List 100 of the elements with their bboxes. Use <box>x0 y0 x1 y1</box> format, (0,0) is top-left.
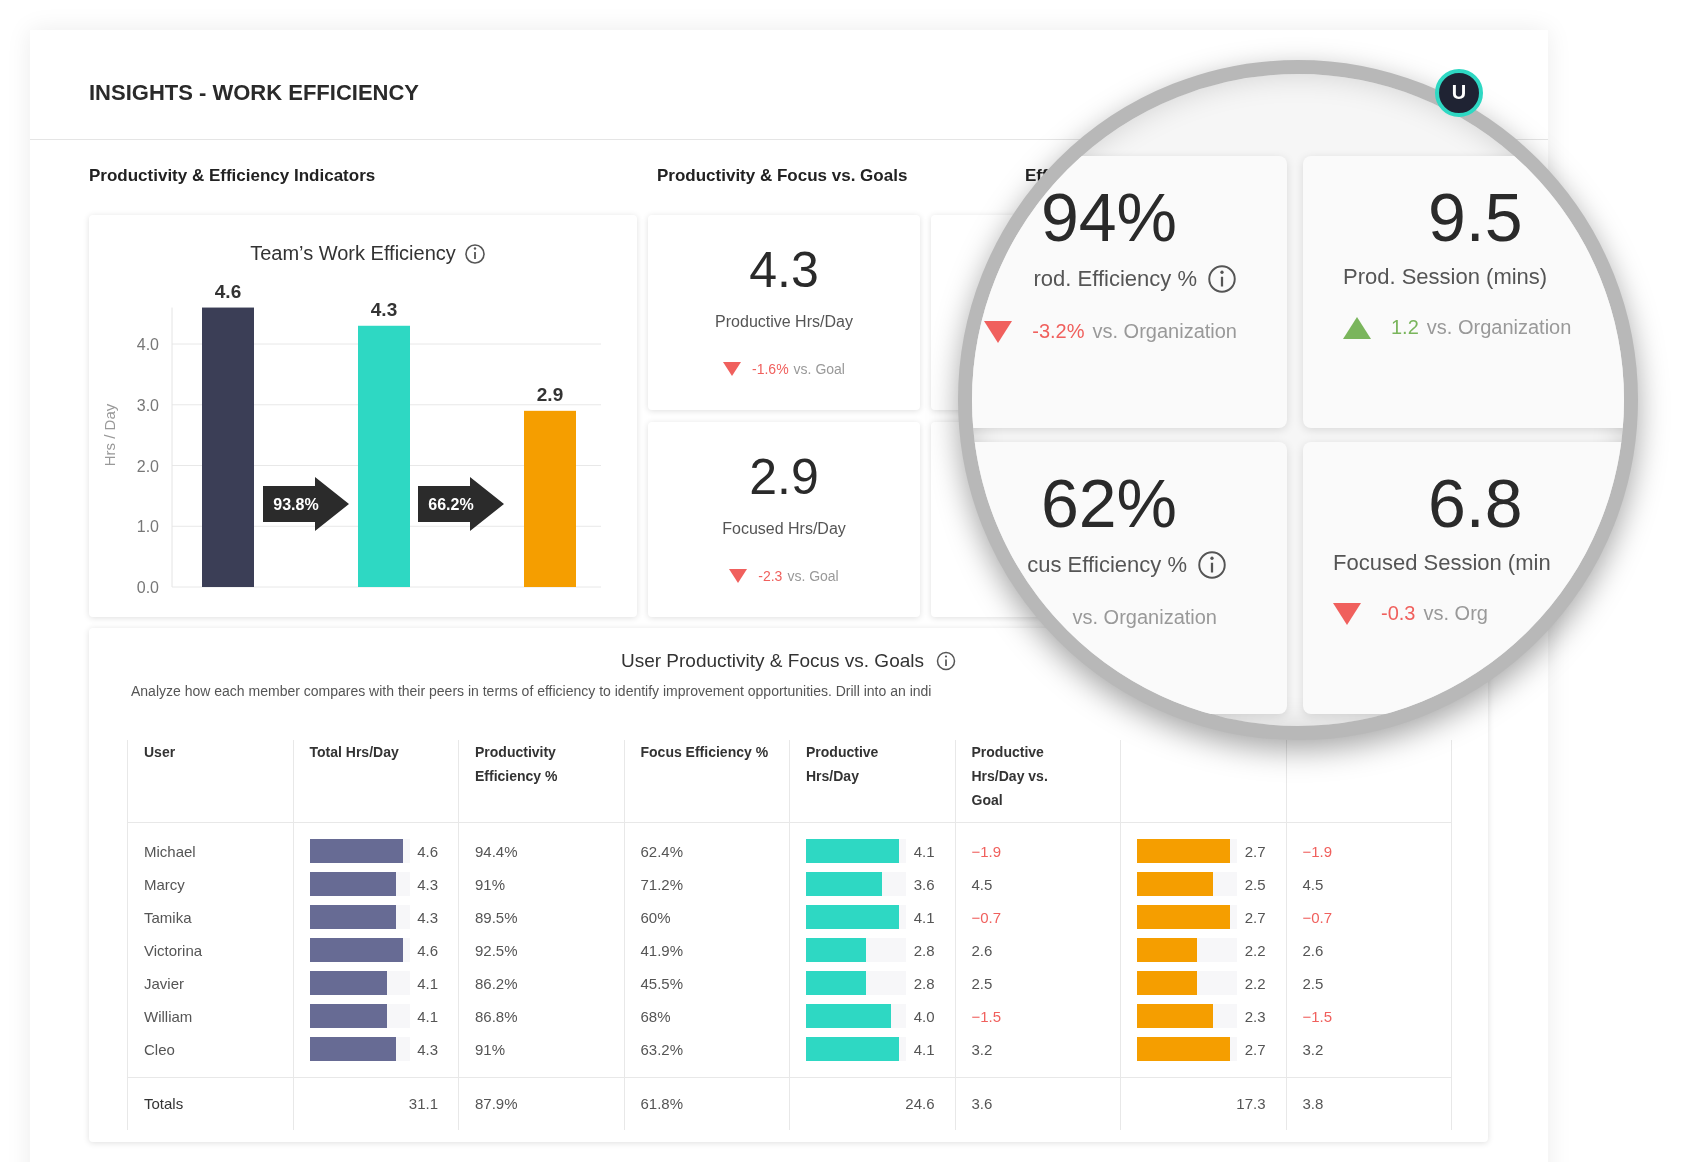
table-cell: 24.6 <box>905 1095 935 1113</box>
delta-value: -0.3 <box>1381 602 1416 625</box>
table-cell: 4.3 <box>417 1040 438 1058</box>
table-cell: 4.1 <box>417 1007 438 1025</box>
info-icon[interactable] <box>1197 550 1227 580</box>
table-cell: 3.6 <box>971 1095 993 1113</box>
data-label: 4.3 <box>370 298 398 320</box>
delta-text: vs. Organization <box>1072 606 1217 629</box>
annotation: 66.2% <box>428 496 474 513</box>
data-label: 4.6 <box>214 280 242 302</box>
column-header[interactable]: Productivity Efficiency % <box>475 740 618 788</box>
table-cell: 17.3 <box>1236 1095 1266 1113</box>
kpi-value: 2.9 <box>749 448 819 506</box>
table-cell: 2.6 <box>1302 941 1324 959</box>
table-cell: −1.9 <box>971 842 1002 860</box>
delta-text: vs. Organization <box>1426 316 1572 339</box>
delta-text: vs. Goal <box>793 361 845 377</box>
table-cell: 4.5 <box>1302 875 1324 893</box>
table-cell: −1.5 <box>971 1007 1002 1025</box>
info-icon[interactable] <box>465 244 485 264</box>
kpi-label: Focused Hrs/Day <box>722 520 846 538</box>
kpi-value: 94% <box>1040 179 1177 256</box>
axis-tick-label: 2.0 <box>136 457 159 475</box>
table-cell: 4.5 <box>971 875 993 893</box>
kpi-label: Focused Session (min <box>1333 550 1551 576</box>
kpi-value: 6.8 <box>1428 464 1523 542</box>
table-cell: 4.3 <box>417 908 438 926</box>
table-cell: 2.2 <box>1244 941 1266 959</box>
table-cell: 94.4% <box>475 842 518 860</box>
table-cell: −0.7 <box>1302 908 1333 926</box>
table-cell: 2.2 <box>1244 974 1266 992</box>
chart-title: Team’s Work Efficiency <box>250 242 456 264</box>
delta-text: vs. Organization <box>1092 320 1237 343</box>
arrow-callout: 93.8% <box>263 477 349 531</box>
table-cell: 2.5 <box>1244 875 1266 893</box>
user-name: Victorina <box>144 941 203 959</box>
info-icon[interactable] <box>1207 264 1237 294</box>
info-icon[interactable] <box>936 651 956 671</box>
table-cell: 4.1 <box>417 974 438 992</box>
kpi-value: 9.5 <box>1428 178 1523 256</box>
table-cell: 2.7 <box>1244 908 1266 926</box>
table-cell: 2.8 <box>913 941 935 959</box>
delta-text: vs. Org <box>1423 602 1488 625</box>
column-header[interactable]: User <box>144 740 287 764</box>
table-cell: 3.2 <box>1302 1040 1324 1058</box>
user-name: Cleo <box>144 1040 175 1058</box>
table-cell: 87.9% <box>475 1095 518 1113</box>
table-cell: 4.1 <box>913 1040 935 1058</box>
section-heading: Productivity & Efficiency Indicators <box>89 166 377 187</box>
data-label: 2.9 <box>536 383 564 405</box>
table-cell: 2.7 <box>1244 1040 1266 1058</box>
column-header[interactable]: Total Hrs/Day <box>309 740 452 764</box>
table-cell: 4.6 <box>417 842 438 860</box>
table-cell: 4.1 <box>913 842 935 860</box>
delta-text: vs. Goal <box>787 568 839 584</box>
delta-value: 1.2 <box>1391 316 1419 339</box>
table-cell: 91% <box>475 875 506 893</box>
table-cell: 2.8 <box>913 974 935 992</box>
user-avatar[interactable]: U <box>1435 68 1483 117</box>
axis-tick-label: 0.0 <box>136 579 159 596</box>
table-cell: 4.3 <box>417 875 438 893</box>
table-cell: 3.6 <box>913 875 935 893</box>
table-cell: −0.7 <box>971 908 1002 926</box>
totals-label: Totals <box>144 1095 184 1113</box>
delta-value: -1.6% <box>752 361 789 377</box>
kpi-value: 62% <box>1040 464 1177 542</box>
table-cell: 86.8% <box>475 1007 518 1025</box>
kpi-value: 4.3 <box>749 241 819 299</box>
table-cell: 92.5% <box>475 941 518 959</box>
table-cell: 3.8 <box>1302 1095 1324 1113</box>
delta-value: -2.3 <box>758 568 783 584</box>
table-cell: 4.0 <box>913 1007 935 1025</box>
column-header[interactable]: Productive Hrs/Day vs. Goal <box>971 740 1054 812</box>
table-cell: 71.2% <box>640 875 684 893</box>
user-name: Marcy <box>144 875 185 893</box>
table-cell: 61.8% <box>640 1095 684 1113</box>
user-name: Michael <box>144 842 196 860</box>
table-cell: 60% <box>640 908 671 926</box>
table-cell: 63.2% <box>640 1040 684 1058</box>
kpi-label: Productive Hrs/Day <box>715 313 853 331</box>
table-cell: 89.5% <box>475 908 518 926</box>
table-cell: 41.9% <box>640 941 684 959</box>
column-header[interactable]: Productive Hrs/Day <box>806 740 931 788</box>
axis-label: Hrs / Day <box>101 403 118 467</box>
page-title: INSIGHTS - WORK EFFICIENCY <box>89 79 419 106</box>
axis-tick-label: 3.0 <box>136 396 159 414</box>
column-header[interactable]: Focus Efficiency % <box>640 740 783 764</box>
table-title: User Productivity & Focus vs. Goals <box>620 650 924 672</box>
kpi-label: rod. Efficiency % <box>1033 266 1197 292</box>
table-cell: 45.5% <box>640 974 684 992</box>
table-cell: 2.7 <box>1244 842 1266 860</box>
table-cell: 86.2% <box>475 974 518 992</box>
user-name: William <box>144 1007 193 1025</box>
table-cell: −1.9 <box>1302 842 1333 860</box>
table-cell: 2.3 <box>1244 1007 1266 1025</box>
user-name: Javier <box>144 974 184 992</box>
annotation: 93.8% <box>273 496 319 513</box>
table-cell: 91% <box>475 1040 506 1058</box>
table-cell: 68% <box>640 1007 671 1025</box>
table-cell: 4.1 <box>913 908 935 926</box>
